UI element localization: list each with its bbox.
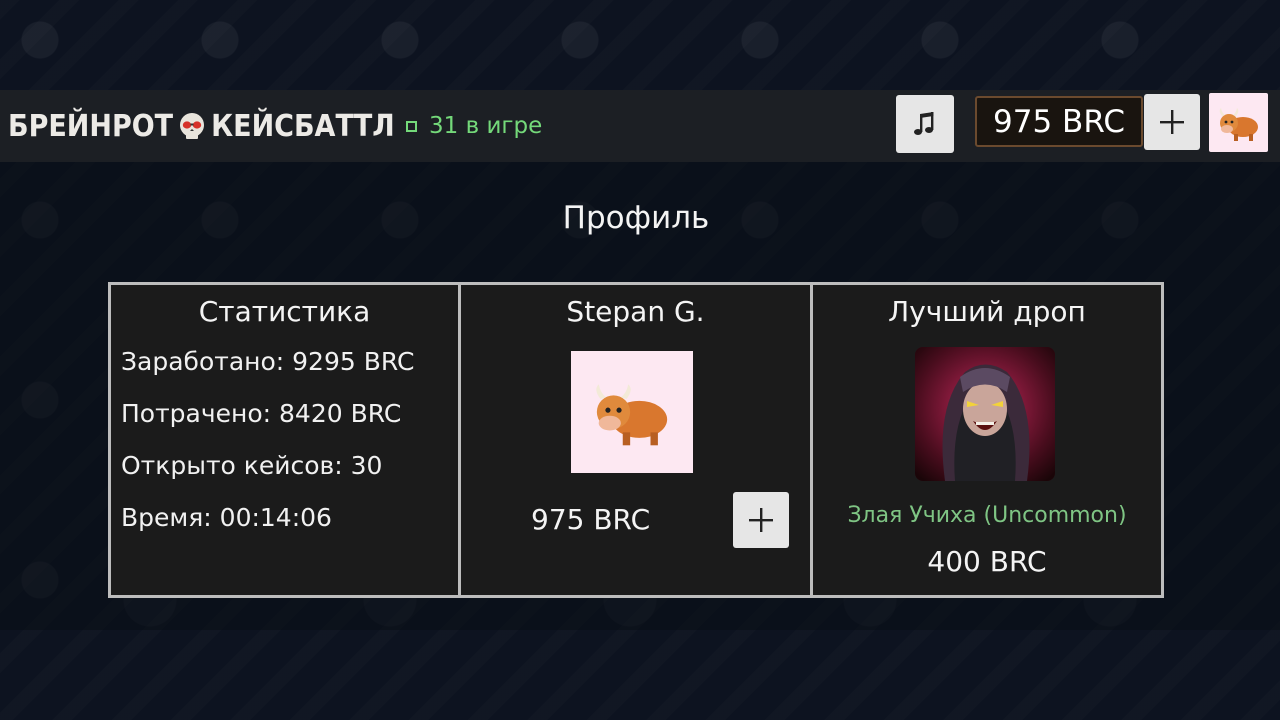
add-balance-button[interactable] bbox=[1144, 94, 1200, 150]
stat-spent: Потрачено: 8420 BRC bbox=[121, 399, 402, 428]
yak-avatar-icon bbox=[596, 384, 668, 446]
header-balance: 975 BRC bbox=[975, 96, 1143, 147]
plus-icon bbox=[1160, 110, 1184, 134]
music-note-icon bbox=[914, 112, 934, 135]
yak-avatar-icon bbox=[1219, 107, 1258, 141]
page-title: Профиль bbox=[562, 200, 710, 236]
best-drop-image bbox=[915, 347, 1055, 481]
plus-icon bbox=[749, 508, 773, 532]
profile-balance: 975 BRC bbox=[531, 503, 651, 536]
brand-logo[interactable]: БРЕЙНРОТ КЕЙСБАТТЛ bbox=[8, 106, 395, 146]
user-column: Stepan G. 975 BRC bbox=[461, 285, 813, 595]
user-name: Stepan G. bbox=[566, 295, 705, 328]
best-drop-name: Злая Учиха (Uncommon) bbox=[847, 503, 1127, 528]
online-counter: 31 в игре bbox=[406, 112, 542, 140]
best-drop-price: 400 BRC bbox=[927, 545, 1047, 578]
music-toggle-button[interactable] bbox=[896, 95, 954, 153]
stats-heading: Статистика bbox=[198, 295, 371, 328]
angry-character-image bbox=[915, 347, 1055, 481]
best-drop-heading: Лучший дроп bbox=[888, 295, 1086, 328]
online-text: 31 в игре bbox=[429, 113, 543, 139]
skull-icon bbox=[180, 113, 205, 139]
top-bar: БРЕЙНРОТ КЕЙСБАТТЛ 31 в игре 975 BRC bbox=[0, 90, 1280, 162]
stat-time: Время: 00:14:06 bbox=[121, 503, 332, 532]
brand-left-text: БРЕЙНРОТ bbox=[8, 108, 174, 144]
profile-panel: Статистика Заработано: 9295 BRC Потрачен… bbox=[108, 282, 1164, 598]
stat-cases-opened: Открыто кейсов: 30 bbox=[121, 451, 383, 480]
profile-add-balance-button[interactable] bbox=[733, 492, 789, 548]
stats-column: Статистика Заработано: 9295 BRC Потрачен… bbox=[111, 285, 461, 595]
best-drop-column: Лучший дроп Злая Учиха (Uncommon) 400 BR… bbox=[813, 285, 1161, 595]
profile-avatar bbox=[571, 351, 693, 473]
stat-earned: Заработано: 9295 BRC bbox=[121, 347, 415, 376]
user-avatar-button[interactable] bbox=[1209, 93, 1268, 152]
online-indicator-icon bbox=[406, 120, 417, 132]
brand-right-text: КЕЙСБАТТЛ bbox=[211, 108, 395, 144]
page: БРЕЙНРОТ КЕЙСБАТТЛ 31 в игре 975 BRC Про… bbox=[0, 0, 1280, 720]
